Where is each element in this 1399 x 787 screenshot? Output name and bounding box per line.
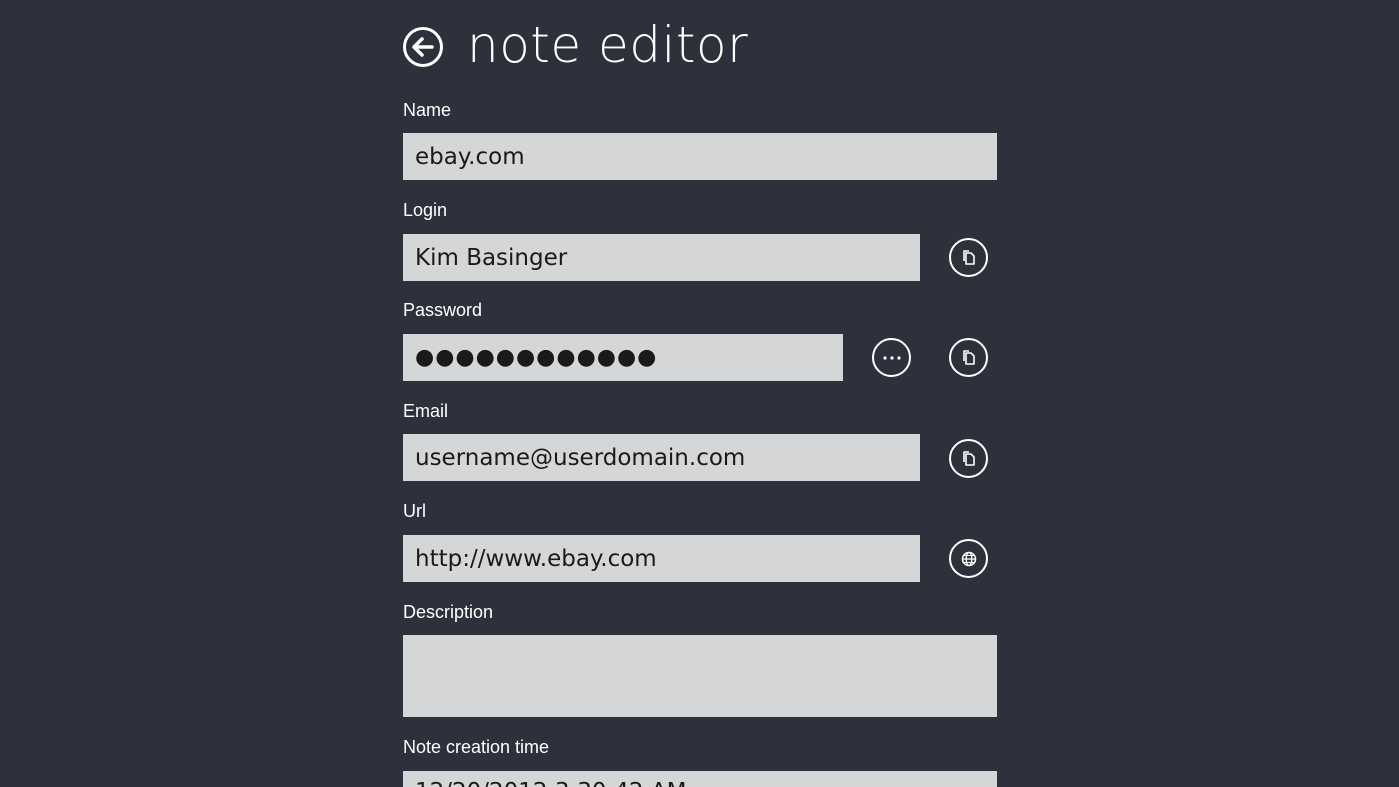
description-textarea[interactable] — [403, 635, 997, 717]
url-label: Url — [403, 501, 426, 521]
open-url-button[interactable] — [949, 539, 988, 578]
globe-icon — [961, 551, 976, 566]
email-label: Email — [403, 401, 449, 421]
name-label: Name — [403, 100, 452, 120]
name-input[interactable]: ebay.com — [403, 133, 997, 180]
copy-icon — [962, 450, 975, 466]
copy-password-button[interactable] — [949, 338, 988, 377]
back-arrow-icon — [412, 37, 434, 57]
login-label: Login — [403, 200, 448, 220]
copy-login-button[interactable] — [949, 238, 988, 277]
more-dots-icon — [882, 355, 901, 360]
email-input[interactable]: username@userdomain.com — [403, 434, 920, 481]
login-input[interactable]: Kim Basinger — [403, 234, 920, 281]
copy-icon — [962, 249, 975, 265]
back-button[interactable] — [403, 27, 443, 67]
note-editor-page: note editor Name ebay.com Login Kim Basi… — [0, 0, 1399, 787]
copy-icon — [962, 349, 975, 365]
page-title: note editor — [467, 16, 749, 74]
header: note editor — [403, 10, 748, 80]
url-input[interactable]: http://www.ebay.com — [403, 535, 920, 582]
creation-time-label: Note creation time — [403, 737, 550, 757]
password-label: Password — [403, 300, 483, 320]
description-label: Description — [403, 602, 494, 622]
copy-email-button[interactable] — [949, 439, 988, 478]
password-input[interactable]: ●●●●●●●●●●●● — [403, 334, 843, 381]
creation-time-input[interactable]: 12/20/2012 3:30:42 AM — [403, 771, 997, 787]
generate-password-button[interactable] — [872, 338, 911, 377]
